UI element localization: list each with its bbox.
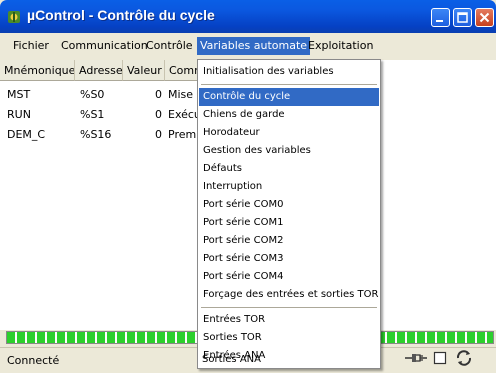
connection-plug-icon[interactable] — [404, 351, 428, 365]
row-mnemonic: RUN — [7, 108, 31, 121]
menu-item-port-com2[interactable]: Port série COM2 — [199, 232, 379, 250]
window-title: µControl - Contrôle du cycle — [27, 7, 215, 23]
menu-item-horodateur[interactable]: Horodateur — [199, 124, 379, 142]
menu-item-initialisation-variables[interactable]: Initialisation des variables — [199, 63, 379, 81]
column-header-valeur[interactable]: Valeur — [123, 60, 165, 81]
connection-status: Connecté — [7, 354, 60, 367]
menu-item-chiens-de-garde[interactable]: Chiens de garde — [199, 106, 379, 124]
menu-separator — [201, 307, 377, 308]
menu-item-sorties-tor[interactable]: Sorties TOR — [199, 329, 379, 347]
column-header-adresse[interactable]: Adresse — [75, 60, 123, 81]
minimize-icon — [436, 20, 443, 22]
menu-item-interruption[interactable]: Interruption — [199, 178, 379, 196]
row-address: %S16 — [80, 128, 112, 141]
row-value: 0 — [155, 108, 162, 121]
close-icon — [479, 12, 490, 23]
menu-item-port-com4[interactable]: Port série COM4 — [199, 268, 379, 286]
app-icon — [8, 11, 20, 23]
row-comment: Mise s — [168, 88, 198, 101]
menu-item-port-com0[interactable]: Port série COM0 — [199, 196, 379, 214]
menu-controle[interactable]: Contrôle — [143, 38, 196, 54]
row-comment: Exécu — [168, 108, 198, 121]
variables-automate-menu: Initialisation des variables Contrôle du… — [197, 59, 381, 369]
row-mnemonic: DEM_C — [7, 128, 46, 141]
menu-variables-automate[interactable]: Variables automate — [197, 37, 311, 55]
minimize-button[interactable] — [431, 8, 450, 27]
row-value: 0 — [155, 128, 162, 141]
row-value: 0 — [155, 88, 162, 101]
maximize-button[interactable] — [453, 8, 472, 27]
menu-item-controle-cycle[interactable]: Contrôle du cycle — [199, 88, 379, 106]
menu-item-defauts[interactable]: Défauts — [199, 160, 379, 178]
menu-exploitation[interactable]: Exploitation — [305, 38, 376, 54]
row-address: %S1 — [80, 108, 105, 121]
menu-item-port-com1[interactable]: Port série COM1 — [199, 214, 379, 232]
menu-communication[interactable]: Communication — [58, 38, 151, 54]
title-bar[interactable]: µControl - Contrôle du cycle — [0, 0, 496, 33]
menu-item-port-com3[interactable]: Port série COM3 — [199, 250, 379, 268]
menu-bar: Fichier Communication Contrôle Variables… — [0, 33, 496, 61]
refresh-cycle-icon[interactable] — [454, 348, 474, 368]
column-header-mnemonique[interactable]: Mnémonique — [0, 60, 75, 81]
menu-item-forcage-tor[interactable]: Forçage des entrées et sorties TOR — [199, 286, 379, 304]
maximize-icon — [457, 12, 468, 23]
menu-item-gestion-variables[interactable]: Gestion des variables — [199, 142, 379, 160]
row-address: %S0 — [80, 88, 105, 101]
menu-item-entrees-tor[interactable]: Entrées TOR — [199, 311, 379, 329]
close-button[interactable] — [475, 8, 494, 27]
stop-square-icon[interactable] — [433, 351, 447, 365]
row-mnemonic: MST — [7, 88, 31, 101]
menu-item-sorties-ana-label[interactable]: Sorties ANA — [198, 351, 378, 369]
menu-fichier[interactable]: Fichier — [10, 38, 52, 54]
row-comment: Premi — [168, 128, 198, 141]
menu-separator — [201, 84, 377, 85]
